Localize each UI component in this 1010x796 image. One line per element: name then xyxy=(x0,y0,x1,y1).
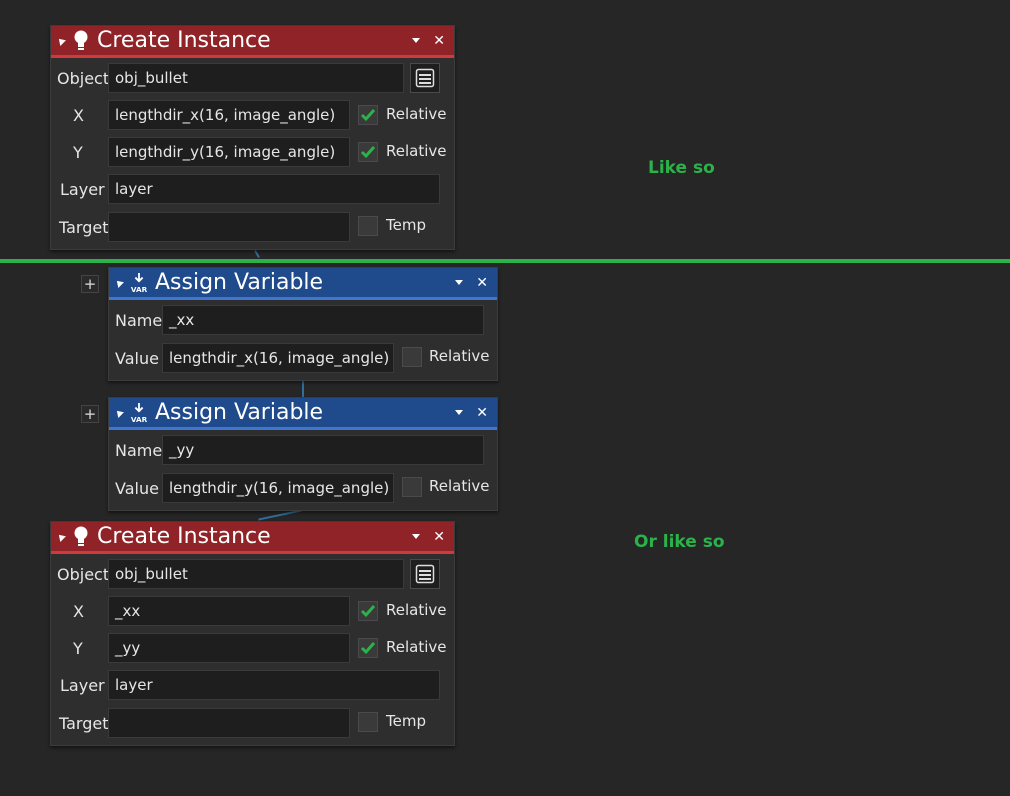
object-field[interactable]: obj_bullet xyxy=(108,63,404,93)
x-label: X xyxy=(73,602,84,621)
assign-variable-block-2[interactable]: VAR Assign Variable ✕ Name _yy Value len… xyxy=(108,397,498,511)
checkmark-icon xyxy=(360,109,376,122)
name-label: Name xyxy=(115,311,163,330)
layer-label: Layer xyxy=(60,180,105,199)
x-relative-label: Relative xyxy=(386,601,447,619)
relative-label: Relative xyxy=(429,477,490,495)
temp-label: Temp xyxy=(386,216,426,234)
object-field[interactable]: obj_bullet xyxy=(108,559,404,589)
checkmark-icon xyxy=(360,642,376,655)
temp-checkbox[interactable] xyxy=(358,712,378,732)
add-action-button[interactable]: + xyxy=(81,275,99,293)
checkmark-icon xyxy=(360,146,376,159)
relative-label: Relative xyxy=(429,347,490,365)
y-relative-checkbox[interactable] xyxy=(358,638,378,658)
layer-label: Layer xyxy=(60,676,105,695)
value-label: Value xyxy=(115,479,159,498)
assign-variable-block-1[interactable]: VAR Assign Variable ✕ Name _xx Value len… xyxy=(108,267,498,381)
note-like-so: Like so xyxy=(648,158,715,178)
lightbulb-icon xyxy=(71,30,91,52)
block-header[interactable]: Create Instance ✕ xyxy=(51,26,454,58)
picker-icon xyxy=(415,68,435,88)
dropdown-arrow-icon[interactable] xyxy=(412,534,421,539)
checkmark-icon xyxy=(360,605,376,618)
name-label: Name xyxy=(115,441,163,460)
collapse-arrow-icon[interactable] xyxy=(114,407,124,418)
target-label: Target xyxy=(59,218,109,237)
object-label: Object xyxy=(57,565,110,584)
relative-checkbox[interactable] xyxy=(402,477,422,497)
value-label: Value xyxy=(115,349,159,368)
create-instance-block-1[interactable]: Create Instance ✕ Object obj_bullet X le… xyxy=(50,25,455,250)
block-title: Create Instance xyxy=(97,28,271,53)
x-label: X xyxy=(73,106,84,125)
target-label: Target xyxy=(59,714,109,733)
y-relative-checkbox[interactable] xyxy=(358,142,378,162)
create-instance-block-2[interactable]: Create Instance ✕ Object obj_bullet X _x… xyxy=(50,521,455,746)
x-relative-checkbox[interactable] xyxy=(358,105,378,125)
separator-line xyxy=(0,259,1010,263)
name-field[interactable]: _xx xyxy=(162,305,484,335)
y-field[interactable]: _yy xyxy=(108,633,350,663)
x-field[interactable]: _xx xyxy=(108,596,350,626)
var-icon-text: VAR xyxy=(131,285,148,294)
y-relative-label: Relative xyxy=(386,638,447,656)
close-icon[interactable]: ✕ xyxy=(433,530,445,544)
block-title: Assign Variable xyxy=(155,270,324,295)
object-label: Object xyxy=(57,69,110,88)
name-field[interactable]: _yy xyxy=(162,435,484,465)
dropdown-arrow-icon[interactable] xyxy=(412,38,421,43)
dropdown-arrow-icon[interactable] xyxy=(455,280,464,285)
y-field[interactable]: lengthdir_y(16, image_angle) xyxy=(108,137,350,167)
var-icon: VAR xyxy=(129,402,149,424)
add-action-button[interactable]: + xyxy=(81,405,99,423)
object-picker-button[interactable] xyxy=(410,559,440,589)
close-icon[interactable]: ✕ xyxy=(433,34,445,48)
block-title: Create Instance xyxy=(97,524,271,549)
layer-field[interactable]: layer xyxy=(108,670,440,700)
block-title: Assign Variable xyxy=(155,400,324,425)
x-relative-label: Relative xyxy=(386,105,447,123)
close-icon[interactable]: ✕ xyxy=(476,406,488,420)
block-header[interactable]: VAR Assign Variable ✕ xyxy=(109,398,497,430)
y-label: Y xyxy=(73,143,83,162)
target-field[interactable] xyxy=(108,708,350,738)
value-field[interactable]: lengthdir_y(16, image_angle) xyxy=(162,473,394,503)
note-or-like-so: Or like so xyxy=(634,532,725,552)
relative-checkbox[interactable] xyxy=(402,347,422,367)
temp-label: Temp xyxy=(386,712,426,730)
var-icon-text: VAR xyxy=(131,415,148,424)
collapse-arrow-icon[interactable] xyxy=(114,277,124,288)
lightbulb-icon xyxy=(71,526,91,548)
x-relative-checkbox[interactable] xyxy=(358,601,378,621)
block-header[interactable]: Create Instance ✕ xyxy=(51,522,454,554)
y-relative-label: Relative xyxy=(386,142,447,160)
connector-line xyxy=(254,250,260,258)
var-icon: VAR xyxy=(129,272,149,294)
value-field[interactable]: lengthdir_x(16, image_angle) xyxy=(162,343,394,373)
picker-icon xyxy=(415,564,435,584)
block-header[interactable]: VAR Assign Variable ✕ xyxy=(109,268,497,300)
connector-line xyxy=(302,381,304,397)
collapse-arrow-icon[interactable] xyxy=(56,35,66,46)
layer-field[interactable]: layer xyxy=(108,174,440,204)
target-field[interactable] xyxy=(108,212,350,242)
y-label: Y xyxy=(73,639,83,658)
collapse-arrow-icon[interactable] xyxy=(56,531,66,542)
close-icon[interactable]: ✕ xyxy=(476,276,488,290)
temp-checkbox[interactable] xyxy=(358,216,378,236)
object-picker-button[interactable] xyxy=(410,63,440,93)
x-field[interactable]: lengthdir_x(16, image_angle) xyxy=(108,100,350,130)
connector-line xyxy=(258,509,302,521)
dropdown-arrow-icon[interactable] xyxy=(455,410,464,415)
